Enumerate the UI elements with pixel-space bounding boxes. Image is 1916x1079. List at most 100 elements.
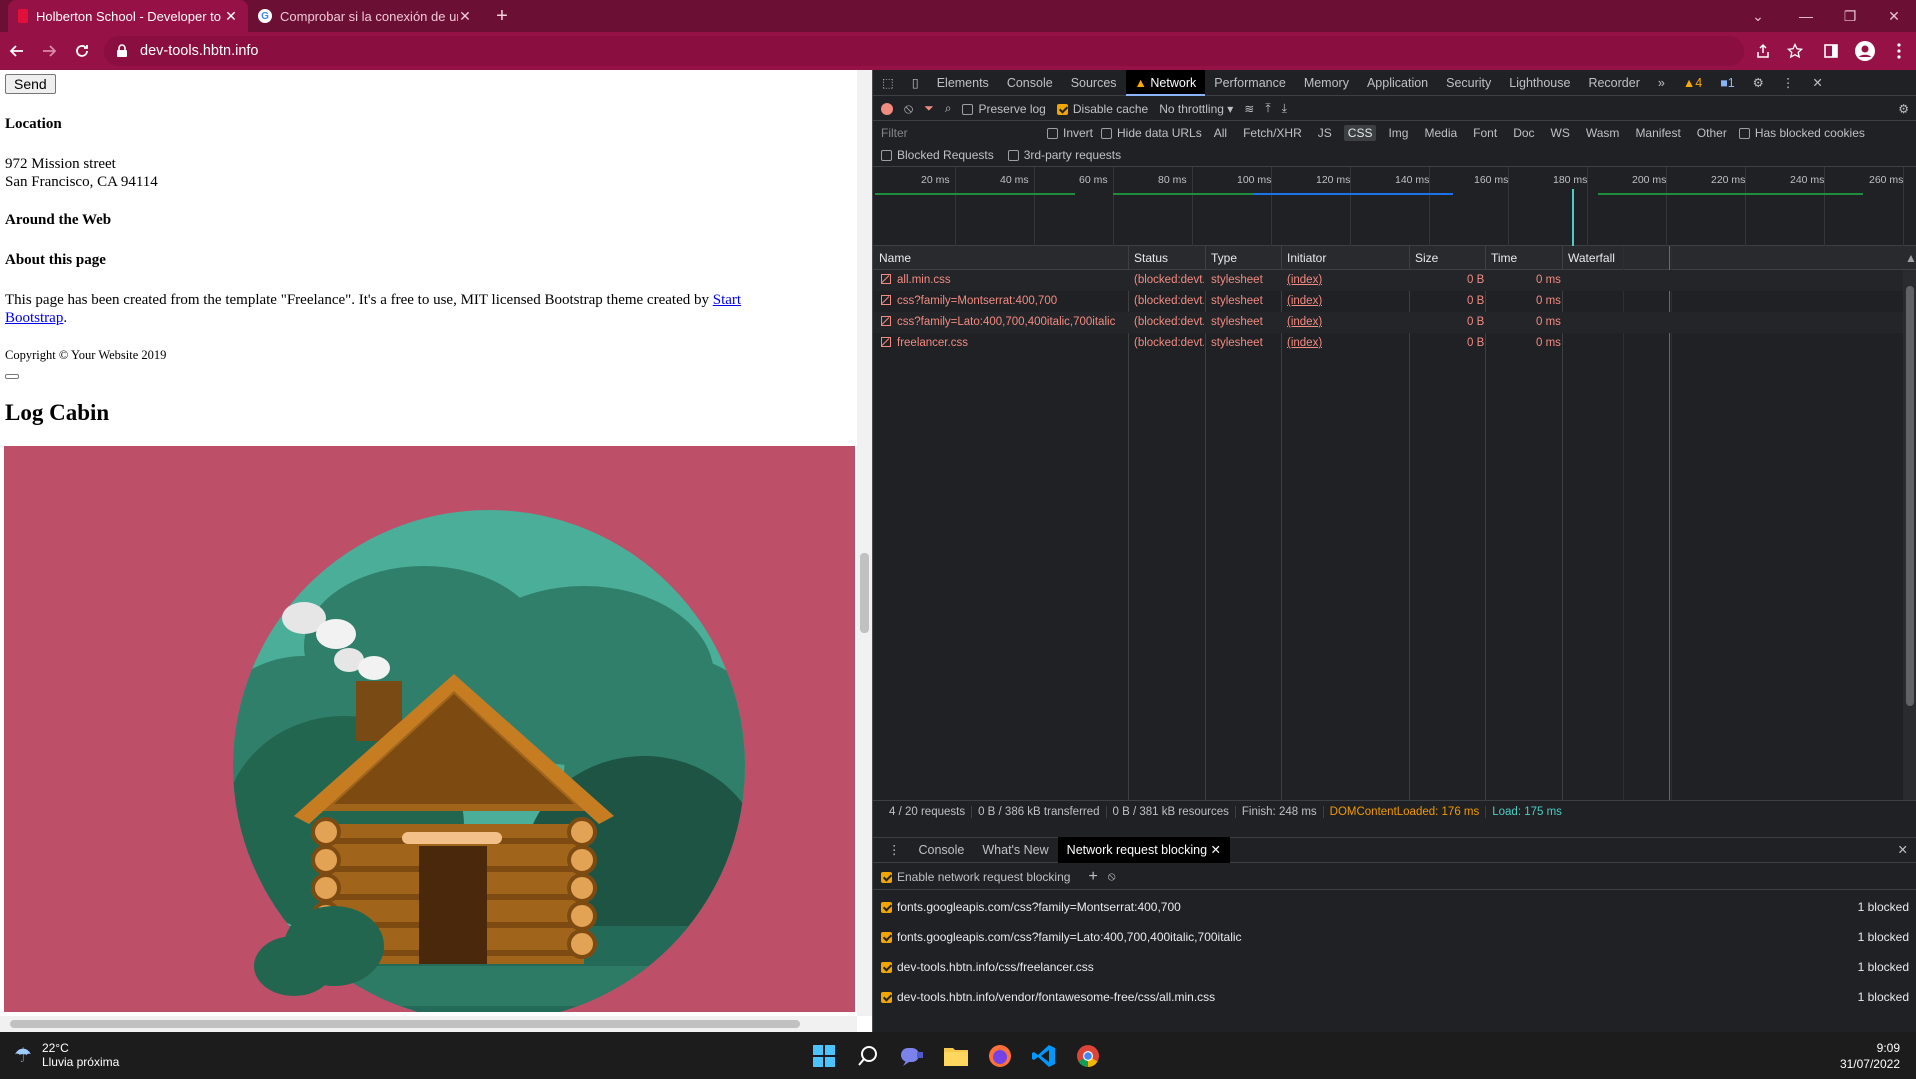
tab-google[interactable]: G Comprobar si la conexión de un ✕: [250, 0, 480, 32]
network-overview-timeline[interactable]: 20 ms 40 ms 60 ms 80 ms 100 ms 120 ms 140 ms 16…: [873, 166, 1916, 247]
inspect-element-icon[interactable]: ⬚: [873, 70, 903, 96]
blocked-pattern-row[interactable]: dev-tools.hbtn.info/css/freelancer.css 1…: [873, 952, 1916, 982]
blocked-pattern-row[interactable]: fonts.googleapis.com/css?family=Lato:400…: [873, 922, 1916, 952]
filter-type-img[interactable]: Img: [1384, 125, 1412, 141]
tab-performance[interactable]: Performance: [1205, 70, 1295, 96]
chrome-menu-icon[interactable]: [1888, 40, 1910, 62]
messages-badge[interactable]: ■1: [1711, 70, 1744, 96]
close-tab-icon[interactable]: ✕: [224, 8, 238, 25]
record-stop-icon[interactable]: [881, 102, 893, 115]
pattern-checkbox[interactable]: [881, 961, 892, 973]
side-panel-icon[interactable]: [1820, 40, 1842, 62]
warnings-badge[interactable]: ▲4: [1674, 70, 1711, 96]
export-har-icon[interactable]: ⤓: [1282, 101, 1287, 116]
close-tab-icon[interactable]: ✕: [458, 8, 472, 25]
drawer-tab-request-blocking[interactable]: Network request blocking ✕: [1057, 837, 1230, 863]
col-size[interactable]: Size: [1415, 246, 1438, 270]
page-vertical-scroll-thumb[interactable]: [860, 553, 869, 633]
col-status[interactable]: Status: [1134, 246, 1168, 270]
hide-data-urls-checkbox[interactable]: Hide data URLs: [1101, 126, 1202, 140]
clear-icon[interactable]: ⦸: [904, 100, 913, 117]
pattern-checkbox[interactable]: [881, 901, 892, 913]
filter-type-ws[interactable]: WS: [1547, 125, 1574, 141]
network-settings-gear-icon[interactable]: ⚙: [1898, 102, 1909, 116]
col-name[interactable]: Name: [879, 246, 911, 270]
request-initiator[interactable]: (index): [1287, 291, 1322, 312]
tab-sources[interactable]: Sources: [1062, 70, 1126, 96]
request-row[interactable]: freelancer.css (blocked:devt... styleshe…: [873, 333, 1903, 354]
close-drawer-icon[interactable]: ✕: [1889, 837, 1916, 863]
request-initiator[interactable]: (index): [1287, 312, 1322, 333]
weather-widget[interactable]: ☂ 22°C Lluvia próxima: [14, 1041, 119, 1069]
close-window-button[interactable]: ✕: [1872, 0, 1916, 32]
blocked-pattern-row[interactable]: dev-tools.hbtn.info/vendor/fontawesome-f…: [873, 982, 1916, 1012]
filter-type-css[interactable]: CSS: [1343, 125, 1377, 141]
minimize-button[interactable]: —: [1784, 0, 1828, 32]
request-row[interactable]: css?family=Lato:400,700,400italic,700ita…: [873, 312, 1903, 333]
settings-gear-icon[interactable]: ⚙: [1744, 70, 1773, 96]
reload-button[interactable]: [71, 40, 93, 62]
file-explorer-icon[interactable]: [941, 1041, 971, 1071]
blocked-requests-checkbox[interactable]: Blocked Requests: [881, 148, 994, 162]
blocked-pattern-row[interactable]: fonts.googleapis.com/css?family=Montserr…: [873, 892, 1916, 922]
vscode-icon[interactable]: [1029, 1041, 1059, 1071]
disable-cache-checkbox[interactable]: Disable cache: [1056, 102, 1148, 116]
tab-lighthouse[interactable]: Lighthouse: [1500, 70, 1579, 96]
tab-recorder[interactable]: Recorder: [1579, 70, 1648, 96]
filter-type-media[interactable]: Media: [1420, 125, 1461, 141]
collapsed-button[interactable]: [5, 374, 19, 379]
pattern-checkbox[interactable]: [881, 931, 892, 943]
filter-type-all[interactable]: All: [1210, 125, 1231, 141]
search-icon[interactable]: [853, 1041, 883, 1071]
filter-type-other[interactable]: Other: [1693, 125, 1731, 141]
add-pattern-icon[interactable]: +: [1088, 868, 1097, 886]
close-devtools-icon[interactable]: ✕: [1803, 70, 1831, 96]
throttling-select[interactable]: No throttling ▾: [1159, 102, 1233, 116]
col-type[interactable]: Type: [1211, 246, 1237, 270]
filter-input[interactable]: Filter: [879, 124, 1039, 142]
tab-search-icon[interactable]: ⌄: [1736, 0, 1780, 32]
send-button[interactable]: Send: [5, 74, 56, 94]
windows-start-icon[interactable]: [809, 1041, 839, 1071]
enable-blocking-checkbox[interactable]: Enable network request blocking: [881, 870, 1070, 884]
filter-type-wasm[interactable]: Wasm: [1582, 125, 1624, 141]
filter-type-doc[interactable]: Doc: [1509, 125, 1538, 141]
tab-elements[interactable]: Elements: [928, 70, 998, 96]
page-horizontal-scroll-thumb[interactable]: [10, 1020, 800, 1028]
restore-button[interactable]: ❐: [1828, 0, 1872, 32]
invert-checkbox[interactable]: Invert: [1047, 126, 1093, 140]
requests-scroll-thumb[interactable]: [1906, 286, 1914, 706]
network-conditions-icon[interactable]: ≋: [1244, 102, 1254, 116]
remove-all-patterns-icon[interactable]: ⦸: [1108, 869, 1116, 884]
drawer-menu-icon[interactable]: ⋮: [879, 837, 910, 863]
import-har-icon[interactable]: ⤒: [1265, 101, 1270, 116]
filter-funnel-icon[interactable]: ⏷: [924, 101, 934, 116]
profile-avatar[interactable]: [1854, 40, 1876, 62]
device-toolbar-icon[interactable]: ▯: [903, 70, 928, 96]
sort-up-icon[interactable]: ▲: [1905, 246, 1916, 270]
chrome-icon[interactable]: [1073, 1041, 1103, 1071]
address-bar[interactable]: dev-tools.hbtn.info: [104, 36, 1744, 66]
firefox-icon[interactable]: [985, 1041, 1015, 1071]
tab-security[interactable]: Security: [1437, 70, 1500, 96]
filter-type-fetch[interactable]: Fetch/XHR: [1239, 125, 1306, 141]
forward-button[interactable]: [38, 40, 60, 62]
tab-holberton[interactable]: Holberton School - Developer to ✕: [8, 0, 248, 32]
more-tabs-icon[interactable]: »: [1649, 70, 1674, 96]
request-initiator[interactable]: (index): [1287, 333, 1322, 354]
third-party-checkbox[interactable]: 3rd-party requests: [1007, 148, 1121, 162]
request-initiator[interactable]: (index): [1287, 270, 1322, 291]
drawer-tab-whats-new[interactable]: What's New: [973, 837, 1057, 863]
new-tab-button[interactable]: +: [490, 4, 514, 28]
col-waterfall[interactable]: Waterfall: [1568, 246, 1615, 270]
teams-chat-icon[interactable]: [897, 1041, 927, 1071]
pattern-checkbox[interactable]: [881, 991, 892, 1003]
bookmark-star-icon[interactable]: [1784, 40, 1806, 62]
tab-console[interactable]: Console: [998, 70, 1062, 96]
tab-application[interactable]: Application: [1358, 70, 1437, 96]
page-vertical-scrollbar[interactable]: [857, 70, 872, 1016]
filter-type-font[interactable]: Font: [1469, 125, 1501, 141]
back-button[interactable]: [6, 40, 28, 62]
has-blocked-cookies-checkbox[interactable]: Has blocked cookies: [1738, 126, 1865, 140]
share-icon[interactable]: [1752, 40, 1774, 62]
